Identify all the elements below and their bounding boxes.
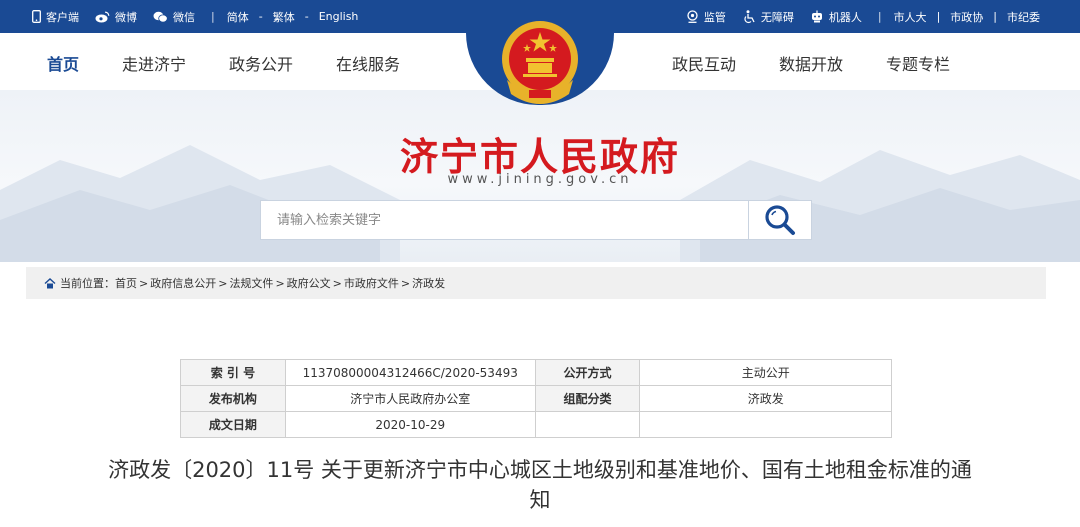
banner: 济宁市人民政府 www.jining.gov.cn: [0, 90, 1080, 262]
publisher-value: 济宁市人民政府办公室: [284, 385, 536, 412]
link-sep-2: |: [993, 10, 997, 23]
breadcrumb-sep: >: [218, 276, 228, 290]
weibo-icon: [95, 11, 110, 22]
breadcrumb-home[interactable]: 首页: [115, 275, 137, 291]
lang-english[interactable]: English: [319, 10, 359, 23]
nav-online-services[interactable]: 在线服务: [336, 51, 400, 75]
robot-link[interactable]: 机器人: [810, 9, 862, 25]
national-emblem-icon: [502, 21, 578, 104]
search-icon: [765, 205, 795, 235]
disclosure-method-value: 主动公开: [639, 359, 892, 386]
breadcrumb-regulations[interactable]: 法规文件: [229, 275, 273, 291]
topbar-separator-right: |: [877, 10, 882, 23]
link-zhengxie[interactable]: 市政协: [950, 9, 983, 25]
lang-traditional[interactable]: 繁体: [273, 9, 295, 25]
breadcrumb-gov-docs[interactable]: 政府公文: [287, 275, 331, 291]
issue-date-label: 成文日期: [180, 411, 286, 438]
nav-home[interactable]: 首页: [47, 51, 79, 75]
disclosure-method-label: 公开方式: [534, 359, 641, 386]
search-box: [260, 200, 812, 240]
lang-simplified[interactable]: 简体: [227, 9, 249, 25]
breadcrumb-sep: >: [275, 276, 285, 290]
table-row: 成文日期 2020-10-29: [180, 411, 892, 438]
breadcrumb-gov-info[interactable]: 政府信息公开: [150, 275, 216, 291]
breadcrumb-sep: >: [332, 276, 342, 290]
wechat-icon: [153, 11, 168, 22]
robot-icon: [811, 10, 822, 23]
lang-dash: -: [258, 10, 263, 23]
search-input[interactable]: [261, 201, 749, 239]
breadcrumb-jizhengfa[interactable]: 济政发: [412, 275, 445, 291]
table-row: 发布机构 济宁市人民政府办公室 组配分类 济政发: [180, 385, 892, 412]
supervision-label: 监管: [703, 10, 726, 24]
link-renda[interactable]: 市人大: [894, 9, 927, 25]
issue-date-value: 2020-10-29: [284, 411, 536, 438]
nav-open-data[interactable]: 数据开放: [779, 51, 843, 75]
home-icon: [44, 277, 56, 288]
nav-special-topics[interactable]: 专题专栏: [886, 51, 950, 75]
index-number-value: 11370800004312466C/2020-53493: [284, 359, 536, 386]
nav-interaction[interactable]: 政民互动: [672, 51, 736, 75]
category-label: 组配分类: [534, 385, 641, 412]
nav-about-jining[interactable]: 走进济宁: [122, 51, 186, 75]
document-info-table: 索 引 号 11370800004312466C/2020-53493 公开方式…: [180, 359, 892, 438]
empty-cell: [639, 411, 892, 438]
index-number-label: 索 引 号: [180, 359, 286, 386]
search-button[interactable]: [748, 201, 811, 239]
accessibility-label: 无障碍: [760, 10, 794, 24]
table-row: 索 引 号 11370800004312466C/2020-53493 公开方式…: [180, 359, 892, 386]
weibo-link[interactable]: 微博: [95, 9, 137, 25]
breadcrumb-city-docs[interactable]: 市政府文件: [344, 275, 399, 291]
mobile-icon: [32, 10, 41, 23]
client-label: 客户端: [46, 10, 79, 24]
breadcrumb-prefix: 当前位置：: [60, 277, 115, 290]
lang-dash-2: -: [304, 10, 309, 23]
category-value: 济政发: [639, 385, 892, 412]
supervision-icon: [687, 10, 698, 23]
accessibility-icon: [744, 9, 755, 23]
publisher-label: 发布机构: [180, 385, 286, 412]
nav-gov-affairs[interactable]: 政务公开: [229, 51, 293, 75]
link-sep-1: |: [936, 10, 941, 23]
breadcrumb-sep: >: [400, 276, 411, 290]
supervision-link[interactable]: 监管: [686, 9, 726, 25]
document-title: 济政发〔2020〕11号 关于更新济宁市中心城区土地级别和基准地价、国有土地租金…: [108, 458, 972, 512]
accessibility-link[interactable]: 无障碍: [742, 9, 794, 25]
top-bar-left: 客户端 微博 微信 | 简体 - 繁体 - English: [32, 0, 368, 33]
weibo-label: 微博: [115, 10, 137, 24]
client-link[interactable]: 客户端: [32, 9, 79, 25]
site-url: www.jining.gov.cn: [447, 172, 633, 187]
wechat-link[interactable]: 微信: [153, 9, 195, 25]
breadcrumb: 当前位置： 首页 > 政府信息公开 > 法规文件 > 政府公文 > 市政府文件 > 济政发: [26, 267, 1046, 299]
breadcrumb-sep: >: [139, 276, 149, 290]
empty-cell: [534, 411, 641, 438]
link-jiwei[interactable]: 市纪委: [1007, 9, 1040, 25]
topbar-separator: |: [211, 10, 215, 23]
wechat-label: 微信: [173, 10, 195, 24]
robot-label: 机器人: [828, 10, 862, 24]
top-bar-right: 监管 无障碍 机器人 | 市人大 | 市政协 | 市纪委: [686, 0, 1040, 33]
